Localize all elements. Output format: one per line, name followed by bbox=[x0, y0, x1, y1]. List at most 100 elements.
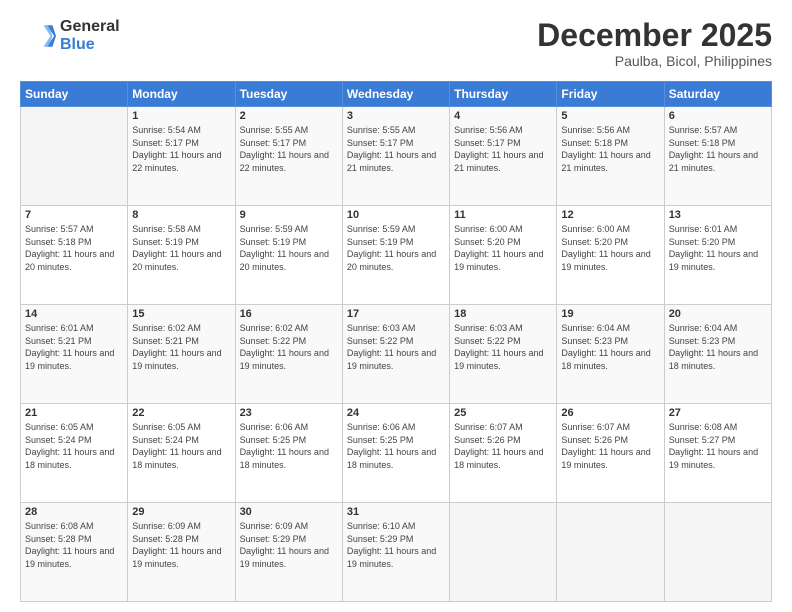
week-row-2: 14 Sunrise: 6:01 AM Sunset: 5:21 PM Dayli… bbox=[21, 305, 772, 404]
day-info: Sunrise: 5:54 AM Sunset: 5:17 PM Dayligh… bbox=[132, 124, 230, 174]
day-info: Sunrise: 6:00 AM Sunset: 5:20 PM Dayligh… bbox=[561, 223, 659, 273]
day-cell: 12 Sunrise: 6:00 AM Sunset: 5:20 PM Dayli… bbox=[557, 206, 664, 305]
day-number: 6 bbox=[669, 110, 767, 122]
day-info: Sunrise: 6:07 AM Sunset: 5:26 PM Dayligh… bbox=[561, 421, 659, 471]
day-info: Sunrise: 6:05 AM Sunset: 5:24 PM Dayligh… bbox=[25, 421, 123, 471]
day-number: 11 bbox=[454, 209, 552, 221]
day-info: Sunrise: 5:56 AM Sunset: 5:17 PM Dayligh… bbox=[454, 124, 552, 174]
day-number: 17 bbox=[347, 308, 445, 320]
day-number: 8 bbox=[132, 209, 230, 221]
day-number: 16 bbox=[240, 308, 338, 320]
day-cell: 26 Sunrise: 6:07 AM Sunset: 5:26 PM Dayli… bbox=[557, 404, 664, 503]
day-info: Sunrise: 5:57 AM Sunset: 5:18 PM Dayligh… bbox=[669, 124, 767, 174]
col-header-thursday: Thursday bbox=[450, 82, 557, 107]
day-number: 9 bbox=[240, 209, 338, 221]
day-info: Sunrise: 6:06 AM Sunset: 5:25 PM Dayligh… bbox=[347, 421, 445, 471]
logo-icon bbox=[20, 18, 56, 54]
day-cell: 14 Sunrise: 6:01 AM Sunset: 5:21 PM Dayli… bbox=[21, 305, 128, 404]
day-cell: 30Sunrise: 6:09 AM Sunset: 5:29 PM Dayli… bbox=[235, 503, 342, 602]
day-cell: 15Sunrise: 6:02 AM Sunset: 5:21 PM Dayli… bbox=[128, 305, 235, 404]
calendar-table: SundayMondayTuesdayWednesdayThursdayFrid… bbox=[20, 81, 772, 602]
logo: General Blue bbox=[20, 18, 120, 54]
day-info: Sunrise: 6:09 AM Sunset: 5:28 PM Dayligh… bbox=[132, 520, 230, 570]
week-row-3: 21Sunrise: 6:05 AM Sunset: 5:24 PM Dayli… bbox=[21, 404, 772, 503]
day-cell bbox=[664, 503, 771, 602]
day-cell: 8 Sunrise: 5:58 AM Sunset: 5:19 PM Daylig… bbox=[128, 206, 235, 305]
day-info: Sunrise: 6:08 AM Sunset: 5:28 PM Dayligh… bbox=[25, 520, 123, 570]
day-number: 12 bbox=[561, 209, 659, 221]
day-info: Sunrise: 6:02 AM Sunset: 5:21 PM Dayligh… bbox=[132, 322, 230, 372]
day-number: 20 bbox=[669, 308, 767, 320]
day-cell: 25 Sunrise: 6:07 AM Sunset: 5:26 PM Dayli… bbox=[450, 404, 557, 503]
logo-blue: Blue bbox=[60, 36, 120, 54]
day-cell bbox=[557, 503, 664, 602]
page: General Blue December 2025 Paulba, Bicol… bbox=[0, 0, 792, 612]
day-number: 13 bbox=[669, 209, 767, 221]
day-number: 2 bbox=[240, 110, 338, 122]
title-area: December 2025 Paulba, Bicol, Philippines bbox=[537, 18, 772, 69]
col-header-tuesday: Tuesday bbox=[235, 82, 342, 107]
day-info: Sunrise: 5:55 AM Sunset: 5:17 PM Dayligh… bbox=[240, 124, 338, 174]
day-number: 5 bbox=[561, 110, 659, 122]
day-number: 27 bbox=[669, 407, 767, 419]
day-cell: 9 Sunrise: 5:59 AM Sunset: 5:19 PM Daylig… bbox=[235, 206, 342, 305]
day-info: Sunrise: 6:10 AM Sunset: 5:29 PM Dayligh… bbox=[347, 520, 445, 570]
day-info: Sunrise: 6:09 AM Sunset: 5:29 PM Dayligh… bbox=[240, 520, 338, 570]
day-info: Sunrise: 5:57 AM Sunset: 5:18 PM Dayligh… bbox=[25, 223, 123, 273]
day-cell: 23Sunrise: 6:06 AM Sunset: 5:25 PM Dayli… bbox=[235, 404, 342, 503]
week-row-0: 1Sunrise: 5:54 AM Sunset: 5:17 PM Daylig… bbox=[21, 107, 772, 206]
col-header-monday: Monday bbox=[128, 82, 235, 107]
day-number: 14 bbox=[25, 308, 123, 320]
day-cell: 22Sunrise: 6:05 AM Sunset: 5:24 PM Dayli… bbox=[128, 404, 235, 503]
week-row-1: 7 Sunrise: 5:57 AM Sunset: 5:18 PM Daylig… bbox=[21, 206, 772, 305]
day-cell: 7 Sunrise: 5:57 AM Sunset: 5:18 PM Daylig… bbox=[21, 206, 128, 305]
location-subtitle: Paulba, Bicol, Philippines bbox=[537, 53, 772, 69]
month-title: December 2025 bbox=[537, 18, 772, 53]
day-number: 26 bbox=[561, 407, 659, 419]
day-cell: 17 Sunrise: 6:03 AM Sunset: 5:22 PM Dayli… bbox=[342, 305, 449, 404]
day-number: 28 bbox=[25, 506, 123, 518]
day-cell: 2 Sunrise: 5:55 AM Sunset: 5:17 PM Daylig… bbox=[235, 107, 342, 206]
day-info: Sunrise: 6:01 AM Sunset: 5:20 PM Dayligh… bbox=[669, 223, 767, 273]
day-info: Sunrise: 5:56 AM Sunset: 5:18 PM Dayligh… bbox=[561, 124, 659, 174]
col-header-wednesday: Wednesday bbox=[342, 82, 449, 107]
day-number: 22 bbox=[132, 407, 230, 419]
day-info: Sunrise: 5:59 AM Sunset: 5:19 PM Dayligh… bbox=[240, 223, 338, 273]
day-cell: 4 Sunrise: 5:56 AM Sunset: 5:17 PM Daylig… bbox=[450, 107, 557, 206]
day-number: 3 bbox=[347, 110, 445, 122]
day-cell: 20 Sunrise: 6:04 AM Sunset: 5:23 PM Dayli… bbox=[664, 305, 771, 404]
day-number: 18 bbox=[454, 308, 552, 320]
day-info: Sunrise: 6:01 AM Sunset: 5:21 PM Dayligh… bbox=[25, 322, 123, 372]
day-info: Sunrise: 6:00 AM Sunset: 5:20 PM Dayligh… bbox=[454, 223, 552, 273]
day-cell: 13 Sunrise: 6:01 AM Sunset: 5:20 PM Dayli… bbox=[664, 206, 771, 305]
day-number: 31 bbox=[347, 506, 445, 518]
logo-general: General bbox=[60, 18, 120, 36]
day-cell: 29Sunrise: 6:09 AM Sunset: 5:28 PM Dayli… bbox=[128, 503, 235, 602]
day-number: 4 bbox=[454, 110, 552, 122]
day-cell bbox=[21, 107, 128, 206]
day-cell: 1Sunrise: 5:54 AM Sunset: 5:17 PM Daylig… bbox=[128, 107, 235, 206]
day-cell: 5 Sunrise: 5:56 AM Sunset: 5:18 PM Daylig… bbox=[557, 107, 664, 206]
day-number: 25 bbox=[454, 407, 552, 419]
week-row-4: 28 Sunrise: 6:08 AM Sunset: 5:28 PM Dayli… bbox=[21, 503, 772, 602]
day-cell: 27 Sunrise: 6:08 AM Sunset: 5:27 PM Dayli… bbox=[664, 404, 771, 503]
day-cell: 10 Sunrise: 5:59 AM Sunset: 5:19 PM Dayli… bbox=[342, 206, 449, 305]
day-info: Sunrise: 6:07 AM Sunset: 5:26 PM Dayligh… bbox=[454, 421, 552, 471]
logo-text: General Blue bbox=[60, 18, 120, 53]
calendar-header: SundayMondayTuesdayWednesdayThursdayFrid… bbox=[21, 82, 772, 107]
day-info: Sunrise: 5:58 AM Sunset: 5:19 PM Dayligh… bbox=[132, 223, 230, 273]
day-info: Sunrise: 6:03 AM Sunset: 5:22 PM Dayligh… bbox=[347, 322, 445, 372]
day-info: Sunrise: 5:55 AM Sunset: 5:17 PM Dayligh… bbox=[347, 124, 445, 174]
day-number: 7 bbox=[25, 209, 123, 221]
day-cell: 24Sunrise: 6:06 AM Sunset: 5:25 PM Dayli… bbox=[342, 404, 449, 503]
day-cell: 31 Sunrise: 6:10 AM Sunset: 5:29 PM Dayli… bbox=[342, 503, 449, 602]
day-cell: 6 Sunrise: 5:57 AM Sunset: 5:18 PM Daylig… bbox=[664, 107, 771, 206]
day-info: Sunrise: 5:59 AM Sunset: 5:19 PM Dayligh… bbox=[347, 223, 445, 273]
day-cell: 28 Sunrise: 6:08 AM Sunset: 5:28 PM Dayli… bbox=[21, 503, 128, 602]
day-number: 10 bbox=[347, 209, 445, 221]
day-info: Sunrise: 6:04 AM Sunset: 5:23 PM Dayligh… bbox=[669, 322, 767, 372]
header: General Blue December 2025 Paulba, Bicol… bbox=[20, 18, 772, 69]
day-info: Sunrise: 6:06 AM Sunset: 5:25 PM Dayligh… bbox=[240, 421, 338, 471]
header-row: SundayMondayTuesdayWednesdayThursdayFrid… bbox=[21, 82, 772, 107]
day-info: Sunrise: 6:08 AM Sunset: 5:27 PM Dayligh… bbox=[669, 421, 767, 471]
